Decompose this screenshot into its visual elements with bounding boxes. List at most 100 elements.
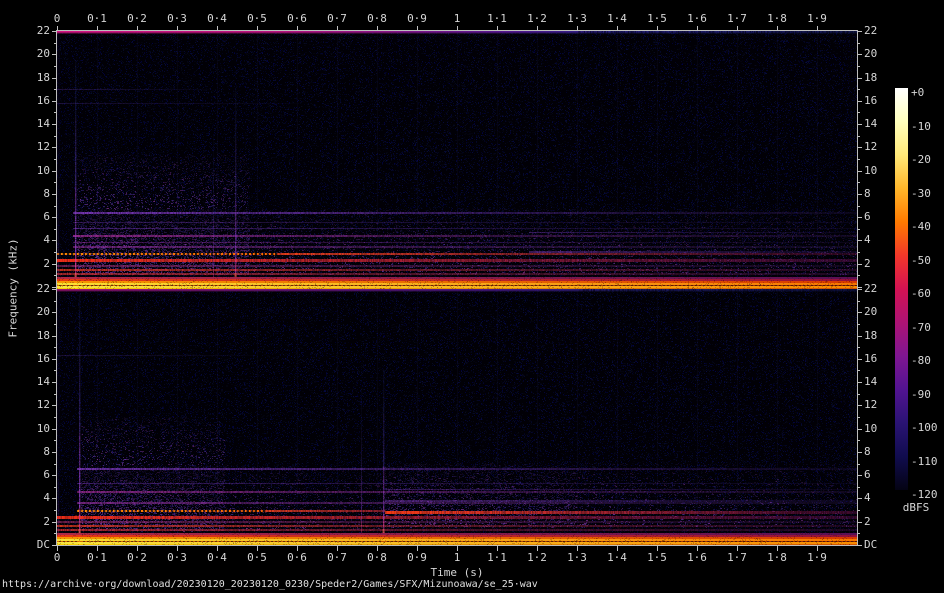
x-axis-tick-label-bottom: 1·7 bbox=[727, 551, 747, 564]
colorbar-tick-label: -10 bbox=[911, 120, 931, 133]
y-axis-minor-tick-right bbox=[857, 487, 860, 488]
colorbar-tick-label: -80 bbox=[911, 354, 931, 367]
y-axis-tick-label-left: 14 bbox=[36, 375, 50, 388]
y-axis-minor-tick-left bbox=[54, 206, 57, 207]
y-axis-tick-right bbox=[857, 475, 862, 476]
y-axis-tick-label-left: 10 bbox=[36, 164, 50, 177]
x-axis-tick-top bbox=[817, 26, 818, 31]
y-axis-minor-tick-right bbox=[857, 324, 860, 325]
y-axis-tick-label-left: 18 bbox=[36, 71, 50, 84]
x-axis-tick-label-bottom: 1·4 bbox=[607, 551, 627, 564]
y-axis-tick-label-right: 8 bbox=[864, 445, 871, 458]
y-axis-tick-label-left: 8 bbox=[43, 445, 50, 458]
y-axis-tick-right bbox=[857, 194, 862, 195]
x-axis-tick-label-bottom: 1·5 bbox=[647, 551, 667, 564]
y-axis-tick-label-left: 20 bbox=[36, 305, 50, 318]
y-axis-tick-label-right: 10 bbox=[864, 422, 878, 435]
y-axis-tick-left bbox=[52, 382, 57, 383]
colorbar-tick-label: -40 bbox=[911, 220, 931, 233]
x-axis-tick-top bbox=[177, 26, 178, 31]
y-axis-tick-left bbox=[52, 124, 57, 125]
y-axis-tick-right bbox=[857, 171, 862, 172]
y-axis-tick-left bbox=[52, 498, 57, 499]
y-axis-minor-tick-left bbox=[54, 394, 57, 395]
x-axis-tick-top bbox=[577, 26, 578, 31]
y-axis-tick-label-right: 2 bbox=[864, 515, 871, 528]
x-axis-tick-label-bottom: 1·2 bbox=[527, 551, 547, 564]
x-axis-tick-top bbox=[377, 26, 378, 31]
y-axis-minor-tick-left bbox=[54, 112, 57, 113]
x-axis-tick-label-top: 1·4 bbox=[607, 12, 627, 25]
x-axis-tick-label-top: 0·3 bbox=[167, 12, 187, 25]
x-axis-tick-top bbox=[497, 26, 498, 31]
x-axis-tick-label-top: 0·5 bbox=[247, 12, 267, 25]
y-axis-tick-right bbox=[857, 336, 862, 337]
x-axis-tick-top bbox=[257, 26, 258, 31]
y-axis-tick-right bbox=[857, 522, 862, 523]
y-axis-minor-tick-right bbox=[857, 440, 860, 441]
y-axis-title: Frequency (kHz) bbox=[6, 238, 20, 338]
y-axis-tick-label-right: 2 bbox=[864, 257, 871, 270]
y-axis-tick-left bbox=[52, 545, 57, 546]
colorbar-tick-label: -60 bbox=[911, 287, 931, 300]
y-axis-minor-tick-right bbox=[857, 206, 860, 207]
y-axis-minor-tick-right bbox=[857, 417, 860, 418]
y-axis-minor-tick-left bbox=[54, 136, 57, 137]
y-axis-tick-label-left: 12 bbox=[36, 140, 50, 153]
y-axis-minor-tick-left bbox=[54, 464, 57, 465]
y-axis-tick-left bbox=[52, 429, 57, 430]
y-axis-tick-label-right: 18 bbox=[864, 329, 878, 342]
y-axis-minor-tick-left bbox=[54, 324, 57, 325]
x-axis-tick-label-bottom: 0·3 bbox=[167, 551, 187, 564]
y-axis-minor-tick-left bbox=[54, 370, 57, 371]
y-axis-tick-label-right: 8 bbox=[864, 187, 871, 200]
x-axis-tick-top bbox=[737, 26, 738, 31]
y-axis-tick-left bbox=[52, 289, 57, 290]
x-axis-tick-label-bottom: 0·4 bbox=[207, 551, 227, 564]
x-axis-tick-label-bottom: 0·5 bbox=[247, 551, 267, 564]
x-axis-tick-top bbox=[297, 26, 298, 31]
y-axis-tick-label-left: 20 bbox=[36, 47, 50, 60]
y-axis-minor-tick-right bbox=[857, 89, 860, 90]
y-axis-minor-tick-left bbox=[54, 487, 57, 488]
y-axis-tick-label-right: 16 bbox=[864, 94, 878, 107]
x-axis-tick-label-bottom: 0·7 bbox=[327, 551, 347, 564]
y-axis-minor-tick-left bbox=[54, 275, 57, 276]
y-axis-tick-label-left: 22 bbox=[36, 282, 50, 295]
y-axis-tick-right bbox=[857, 54, 862, 55]
y-axis-tick-left bbox=[52, 522, 57, 523]
y-axis-tick-label-right: 10 bbox=[864, 164, 878, 177]
y-axis-minor-tick-left bbox=[54, 510, 57, 511]
y-axis-tick-label-left: 12 bbox=[36, 398, 50, 411]
y-axis-tick-right bbox=[857, 287, 862, 288]
colorbar-tick-label: -30 bbox=[911, 187, 931, 200]
x-axis-tick-label-bottom: 1·6 bbox=[687, 551, 707, 564]
y-axis-tick-right bbox=[857, 147, 862, 148]
y-axis-tick-label-left: 4 bbox=[43, 491, 50, 504]
y-axis-tick-label-right: 12 bbox=[864, 140, 878, 153]
y-axis-minor-tick-right bbox=[857, 370, 860, 371]
x-axis-tick-label-bottom: 0·8 bbox=[367, 551, 387, 564]
y-axis-minor-tick-left bbox=[54, 417, 57, 418]
y-axis-tick-label-right: 4 bbox=[864, 233, 871, 246]
y-axis-tick-label-right: 14 bbox=[864, 117, 878, 130]
y-axis-tick-label-left: DC bbox=[36, 538, 50, 551]
y-axis-tick-left bbox=[52, 54, 57, 55]
y-axis-tick-label-right: 6 bbox=[864, 210, 871, 223]
y-axis-tick-right bbox=[857, 545, 862, 546]
y-axis-minor-tick-right bbox=[857, 464, 860, 465]
x-axis-tick-label-top: 1·8 bbox=[767, 12, 787, 25]
x-axis-tick-label-bottom: 1·9 bbox=[807, 551, 827, 564]
y-axis-minor-tick-right bbox=[857, 394, 860, 395]
y-axis-minor-tick-right bbox=[857, 252, 860, 253]
y-axis-tick-left bbox=[52, 287, 57, 288]
x-axis-tick-label-bottom: 1·3 bbox=[567, 551, 587, 564]
y-axis-tick-label-left: 18 bbox=[36, 329, 50, 342]
y-axis-tick-left bbox=[52, 78, 57, 79]
y-axis-tick-label-right: 22 bbox=[864, 282, 878, 295]
y-axis-tick-right bbox=[857, 217, 862, 218]
y-axis-minor-tick-right bbox=[857, 182, 860, 183]
y-axis-minor-tick-left bbox=[54, 43, 57, 44]
y-axis-minor-tick-right bbox=[857, 347, 860, 348]
x-axis-tick-top bbox=[457, 26, 458, 31]
